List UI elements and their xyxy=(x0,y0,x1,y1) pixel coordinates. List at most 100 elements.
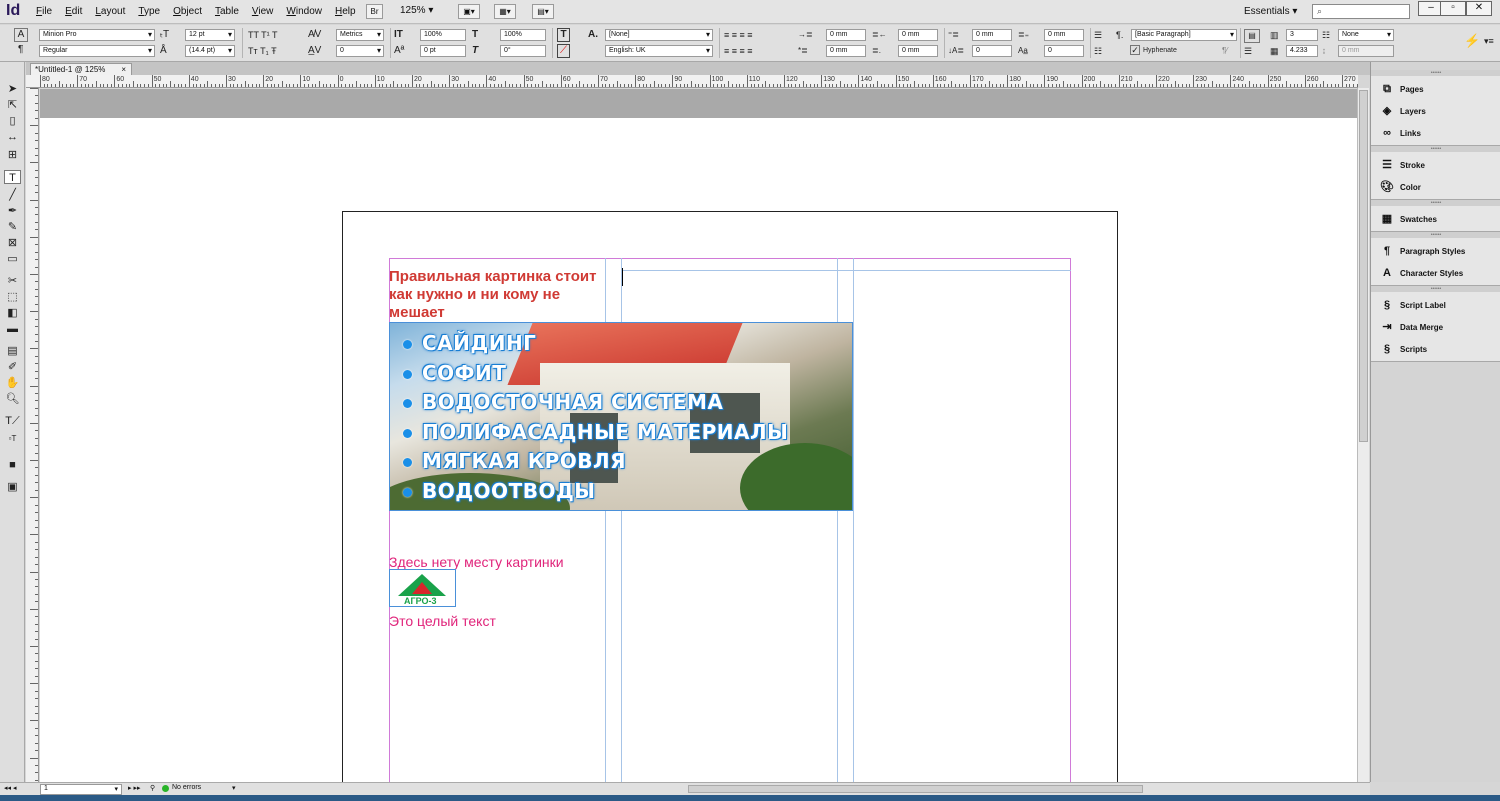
horizontal-scrollbar[interactable] xyxy=(688,785,1143,793)
eyedropper-tool-icon[interactable]: ✐ xyxy=(4,360,21,374)
heading-text[interactable]: Правильная картинка стоит как нужно и ни… xyxy=(389,268,611,322)
gutter-field[interactable]: 4.233 xyxy=(1286,45,1318,57)
font-style-select[interactable]: Regular xyxy=(39,45,155,57)
panel-character-styles[interactable]: A Character Styles xyxy=(1379,264,1463,282)
panel-scripts[interactable]: § Scripts xyxy=(1379,340,1427,358)
first-page-icon[interactable]: ◂◂ ◂ xyxy=(4,784,17,792)
screen-mode-tool-icon[interactable]: ▣ xyxy=(4,480,21,494)
last-indent-field[interactable]: 0 mm xyxy=(898,45,938,57)
selection-tool-icon[interactable]: ➤ xyxy=(4,82,21,96)
content-collector-icon[interactable]: ⊞ xyxy=(4,148,21,162)
gradient-feather-tool-icon[interactable]: ▬ xyxy=(4,322,21,336)
stroke-none-icon[interactable]: ⟋ xyxy=(557,44,570,58)
fill-stroke-icon[interactable]: T⟋ xyxy=(4,414,21,428)
align-left-icon[interactable]: ≡ ≡ ≡ ≡ xyxy=(724,29,753,41)
gradient-swatch-tool-icon[interactable]: ◧ xyxy=(4,306,21,320)
panel-links[interactable]: ∞ Links xyxy=(1379,124,1421,142)
close-window-button[interactable]: ✕ xyxy=(1466,1,1492,16)
note-tool-icon[interactable]: ▤ xyxy=(4,344,21,358)
fill-text-icon[interactable]: T xyxy=(557,28,570,42)
paragraph-style-select[interactable]: [Basic Paragraph] xyxy=(1131,29,1237,41)
menu-type[interactable]: Type xyxy=(138,6,160,17)
gap-tool-icon[interactable]: ↔ xyxy=(4,130,21,144)
normal-mode-icon[interactable]: ■ xyxy=(4,458,21,472)
pen-tool-icon[interactable]: ✒ xyxy=(4,204,21,218)
justify-icon[interactable]: ≡ ≡ ≡ ≡ xyxy=(724,45,753,57)
preflight-icon[interactable]: ⚲ xyxy=(150,784,155,792)
kerning-field[interactable]: Metrics xyxy=(336,29,384,41)
restore-button[interactable]: ▫ xyxy=(1440,1,1466,16)
rectangle-tool-icon[interactable]: ▭ xyxy=(4,252,21,266)
panel-grip[interactable]: •••••• xyxy=(1371,200,1500,206)
panel-script-label[interactable]: § Script Label xyxy=(1379,296,1446,314)
scissors-tool-icon[interactable]: ✂ xyxy=(4,274,21,288)
arrange-documents-icon[interactable]: ▤▾ xyxy=(532,4,554,19)
view-options-icon[interactable]: ▣▾ xyxy=(458,4,480,19)
rectangle-frame-tool-icon[interactable]: ⊠ xyxy=(4,236,21,250)
drop-cap-chars-field[interactable]: 0 xyxy=(1044,45,1084,57)
baseline-grid-icon[interactable]: ☰ xyxy=(1244,45,1252,57)
space-after-field[interactable]: 0 mm xyxy=(1044,29,1084,41)
menu-edit[interactable]: Edit xyxy=(65,6,82,17)
panel-data-merge[interactable]: ⇥ Data Merge xyxy=(1379,318,1443,336)
vertical-scale-field[interactable]: 100% xyxy=(420,29,466,41)
type-tool-icon[interactable]: T xyxy=(4,170,21,184)
panel-swatches[interactable]: ▦ Swatches xyxy=(1379,210,1437,228)
left-indent-field[interactable]: 0 mm xyxy=(826,29,866,41)
panel-grip[interactable]: •••••• xyxy=(1371,232,1500,238)
line-tool-icon[interactable]: ╱ xyxy=(4,188,21,202)
space-before-field[interactable]: 0 mm xyxy=(972,29,1012,41)
drop-cap-lines-field[interactable]: 0 xyxy=(972,45,1012,57)
preflight-menu-icon[interactable]: ▾ xyxy=(232,784,236,792)
banner-image[interactable]: САЙДИНГ СОФИТ ВОДОСТОЧНАЯ СИСТЕМА ПОЛИФА… xyxy=(389,322,853,511)
next-page-icon[interactable]: ▸ ▸▸ xyxy=(128,784,141,792)
workspace-switcher[interactable]: Essentials ▾ xyxy=(1244,6,1297,17)
menu-object[interactable]: Object xyxy=(173,6,202,17)
bullets-icon[interactable]: ☰ xyxy=(1094,29,1102,41)
zoom-tool-icon[interactable]: 🔍︎ xyxy=(4,392,21,406)
horizontal-ruler[interactable]: 80 70 60 50 40 30 20 10 0 10 20 30 40 50 60 70 80 90 100 11… xyxy=(26,75,1358,88)
panel-paragraph-styles[interactable]: ¶ Paragraph Styles xyxy=(1379,242,1465,260)
note-text[interactable]: Здесь нету месту картинки xyxy=(389,554,564,570)
menu-view[interactable]: View xyxy=(252,6,274,17)
panel-grip[interactable]: •••••• xyxy=(1371,146,1500,152)
menu-table[interactable]: Table xyxy=(215,6,239,17)
span-width-field[interactable]: 0 mm xyxy=(1338,45,1394,57)
menu-help[interactable]: Help xyxy=(335,6,356,17)
hand-tool-icon[interactable]: ✋ xyxy=(4,376,21,390)
span-columns-select[interactable]: None xyxy=(1338,29,1394,41)
formatting-container-icon[interactable]: ▫T xyxy=(4,432,21,446)
panel-color[interactable]: 🎨︎ Color xyxy=(1379,178,1421,196)
scrollbar-thumb[interactable] xyxy=(1359,90,1368,442)
all-caps-icon[interactable]: TT T¹ T xyxy=(248,29,278,41)
pencil-tool-icon[interactable]: ✎ xyxy=(4,220,21,234)
menu-file[interactable]: File xyxy=(36,6,52,17)
right-indent-field[interactable]: 0 mm xyxy=(898,29,938,41)
hyphenate-checkbox[interactable]: ✓ xyxy=(1130,45,1140,55)
page-tool-icon[interactable]: ▯ xyxy=(4,114,21,128)
character-style-select[interactable]: [None] xyxy=(605,29,713,41)
panel-pages[interactable]: ⧉ Pages xyxy=(1379,80,1424,98)
language-select[interactable]: English: UK xyxy=(605,45,713,57)
leading-field[interactable]: (14.4 pt) xyxy=(185,45,235,57)
free-transform-tool-icon[interactable]: ⬚ xyxy=(4,290,21,304)
panel-stroke[interactable]: ☰ Stroke xyxy=(1379,156,1425,174)
baseline-shift-field[interactable]: 0 pt xyxy=(420,45,466,57)
panel-grip[interactable]: •••••• xyxy=(1371,70,1500,76)
vertical-ruler[interactable] xyxy=(26,88,39,782)
preflight-status[interactable]: No errors xyxy=(172,784,201,791)
search-input[interactable]: ⌕ xyxy=(1312,4,1410,19)
menu-window[interactable]: Window xyxy=(286,6,322,17)
font-family-select[interactable]: Minion Pro xyxy=(39,29,155,41)
first-indent-field[interactable]: 0 mm xyxy=(826,45,866,57)
paragraph-formatting-icon[interactable]: ¶ xyxy=(18,44,23,56)
screen-mode-icon[interactable]: ▦▾ xyxy=(494,4,516,19)
columns-field[interactable]: 3 xyxy=(1286,29,1318,41)
tracking-field[interactable]: 0 xyxy=(336,45,384,57)
bridge-button[interactable]: Br xyxy=(366,4,383,19)
skew-field[interactable]: 0° xyxy=(500,45,546,57)
align-to-grid-icon[interactable]: ▤ xyxy=(1244,29,1260,43)
agro-logo-image[interactable]: АГРО-3 xyxy=(389,569,456,607)
vertical-scrollbar[interactable] xyxy=(1357,88,1369,782)
zoom-level[interactable]: 125% ▾ xyxy=(400,5,433,16)
